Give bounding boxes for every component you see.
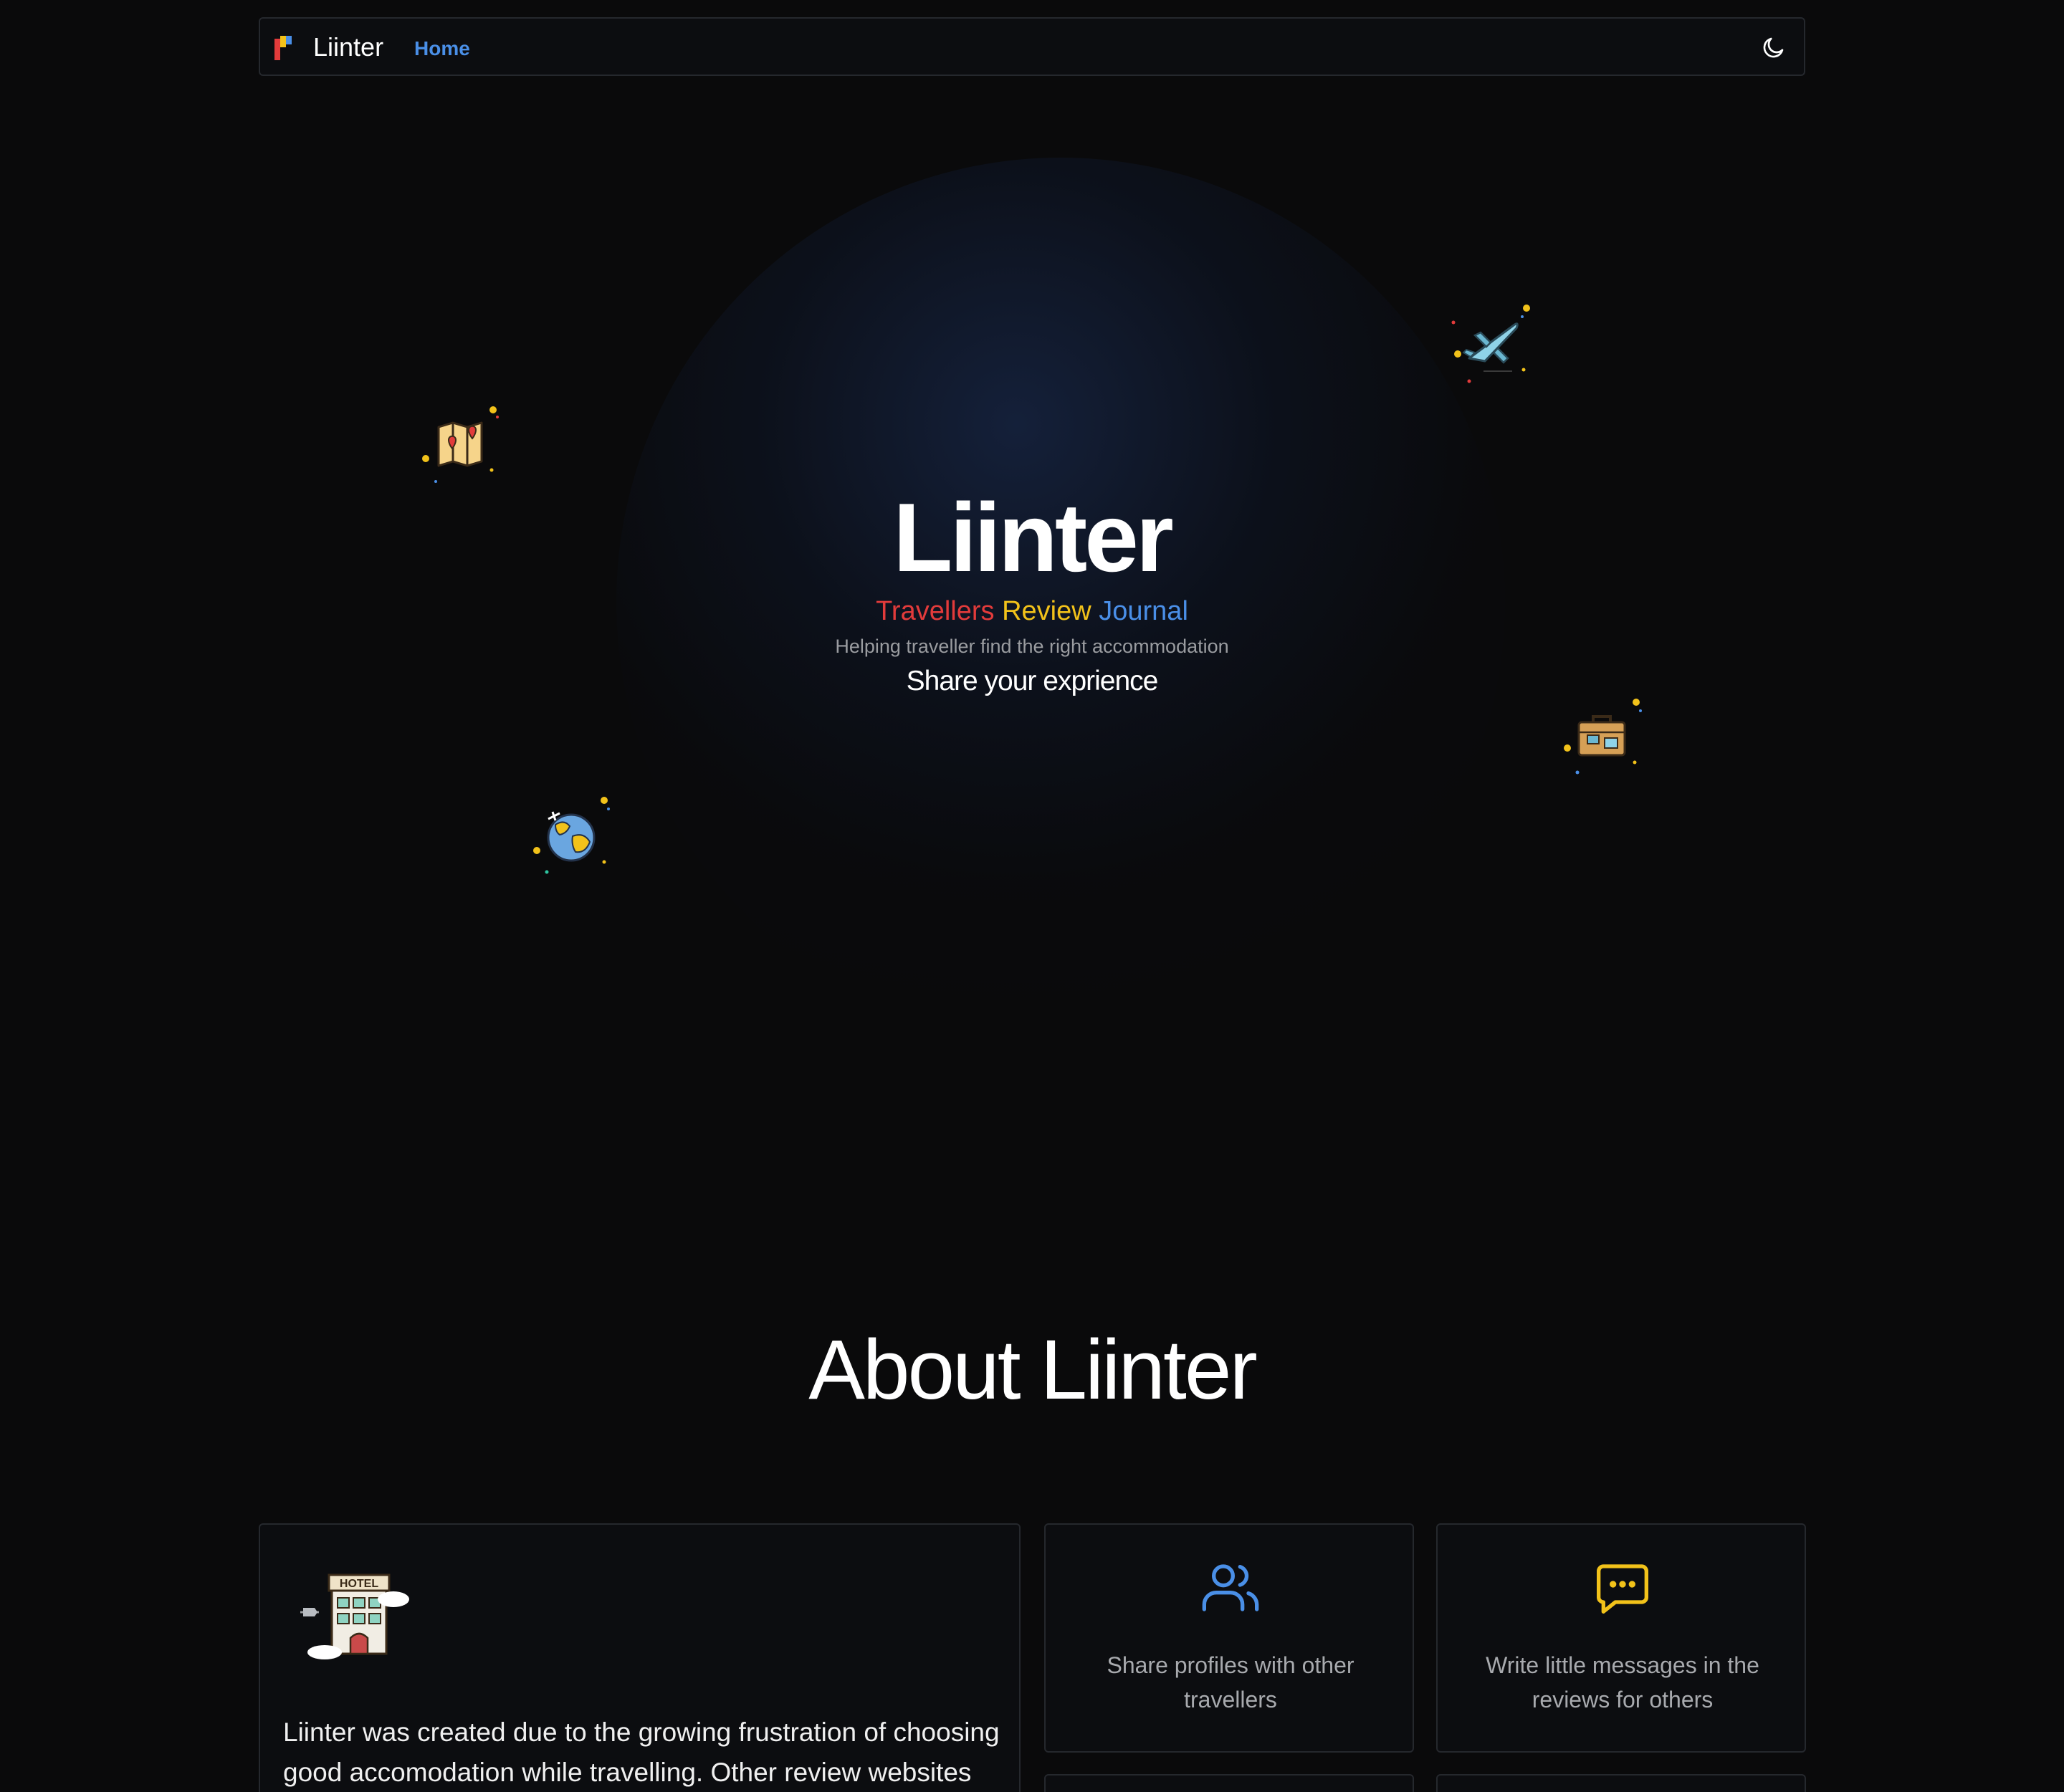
- brand-logo-icon[interactable]: [274, 36, 296, 60]
- feature-card-partial: [1436, 1774, 1806, 1792]
- navbar: Liinter Home: [259, 17, 1805, 76]
- globe-icon: [533, 797, 610, 874]
- tagline-journal: Journal: [1099, 596, 1188, 626]
- page: Liinter Home Liinter Travellers Review J…: [0, 0, 2064, 1792]
- message-icon: [1597, 1564, 1648, 1614]
- hero-title: Liinter: [893, 483, 1174, 592]
- suitcase-icon: [1564, 699, 1642, 775]
- moon-icon[interactable]: [1761, 34, 1787, 60]
- about-description: Liinter was created due to the growing f…: [283, 1717, 1000, 1787]
- feature-card-messages: Write little messages in the reviews for…: [1436, 1523, 1806, 1753]
- about-main-card: HOTEL Liinter was created due to the gro…: [259, 1523, 1021, 1792]
- map-icon: [422, 406, 499, 483]
- users-icon: [1202, 1564, 1259, 1611]
- brand-name[interactable]: Liinter: [313, 33, 383, 62]
- feature-card-partial: [1044, 1774, 1414, 1792]
- feature-text: Share profiles with other travellers: [1107, 1652, 1354, 1712]
- feature-text: Write little messages in the reviews for…: [1486, 1652, 1759, 1712]
- about-title: About Liinter: [808, 1323, 1258, 1417]
- hero-subtitle: Helping traveller find the right accommo…: [835, 636, 1229, 657]
- tagline-travellers: Travellers: [876, 596, 995, 626]
- share-experience-link[interactable]: Share your exprience: [0, 665, 2064, 698]
- svg-text:HOTEL: HOTEL: [340, 1578, 378, 1590]
- feature-card-profiles: Share profiles with other travellers: [1044, 1523, 1414, 1753]
- airplane-icon: [1451, 305, 1530, 383]
- nav-home-link[interactable]: Home: [414, 37, 470, 60]
- tagline-review: Review: [1002, 596, 1091, 626]
- hotel-icon: HOTEL: [300, 1573, 409, 1659]
- hero-tagline: Travellers Review Journal: [0, 595, 2064, 628]
